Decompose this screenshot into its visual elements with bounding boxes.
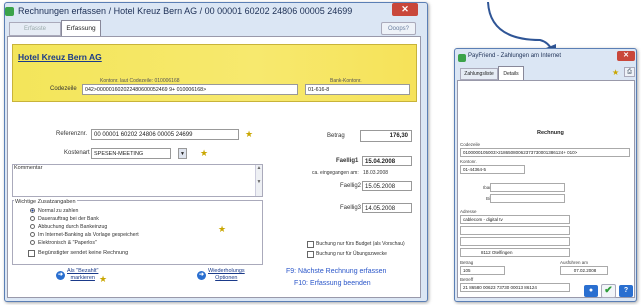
kommentar-textarea[interactable] <box>12 164 263 197</box>
radio-selected-icon <box>30 208 35 213</box>
radio-icon <box>30 240 35 245</box>
adresse-line[interactable]: cablecom - digital tv <box>460 215 570 224</box>
radio-dauerauftrag[interactable]: Dauerauftrag bei der Bank <box>30 216 99 222</box>
radio-icon <box>30 216 35 221</box>
radio-label: Im Internet-Banking als Vorlage gespeich… <box>38 232 139 238</box>
chevron-down-icon[interactable]: ▼ <box>178 148 187 159</box>
eingang-label: ca. eingegangen am: <box>312 170 359 176</box>
uebung-checkbox[interactable] <box>307 251 314 258</box>
no-bill-checkbox[interactable] <box>28 250 35 257</box>
app-icon <box>458 54 466 62</box>
radio-label: Dauerauftrag bei der Bank <box>38 216 99 222</box>
mark-paid-line1: Als "Bezahlt" <box>67 268 99 274</box>
star-icon[interactable]: ★ <box>99 275 107 284</box>
referenz-field[interactable]: 00 00001 60202 24806 00005 24699 <box>91 129 239 140</box>
betrag-field[interactable]: 105 <box>460 266 505 275</box>
adresse-label: Adresse <box>460 209 477 214</box>
tab-erfassung[interactable]: Erfassung <box>61 20 101 36</box>
kostenart-select[interactable]: SPESEN-MEETING <box>91 148 171 159</box>
radio-bankeinzug[interactable]: Abbuchung durch Bankeinzug <box>30 224 107 230</box>
repeat-options-line2: Optionen <box>215 275 238 281</box>
payfriend-window-title: PayFriend - Zahlungen am Internet <box>468 53 562 59</box>
zusatz-label: Wichtige Zusatzangaben <box>14 199 77 205</box>
ausfuehren-field[interactable]: 07.02.2008 <box>560 266 608 275</box>
mark-paid-link[interactable]: Als "Bezahlt" markieren <box>67 268 98 282</box>
adresse-line[interactable] <box>460 226 570 235</box>
codezeile-field[interactable]: 042>000001602022480600052469 9+ 01000616… <box>82 84 298 95</box>
mark-paid-line2: markieren <box>70 275 95 281</box>
kommentar-label: Kommentar <box>14 165 43 171</box>
betreff-label: Betreff <box>460 277 474 282</box>
faellig2-label: Faellig2 <box>340 183 362 189</box>
arrow-right-icon[interactable]: ➜ <box>197 271 206 280</box>
star-icon[interactable]: ★ <box>200 149 208 158</box>
budget-checkbox[interactable] <box>307 241 314 248</box>
adresse-line[interactable] <box>460 237 570 246</box>
next-bill-shortcut[interactable]: F9: Nächste Rechnung erfassen <box>286 268 386 275</box>
iban-field[interactable] <box>490 183 565 192</box>
betrag-field[interactable]: 176,30 <box>360 130 412 142</box>
faellig1-field[interactable]: 15.04.2008 <box>362 156 412 166</box>
faellig1-label: Faellig1 <box>336 158 359 164</box>
kostenart-label: Kostenart <box>64 150 90 156</box>
oops-button[interactable]: Ooops? <box>381 22 416 35</box>
codezeile-field[interactable]: 0100000105003>21865080062373730001386124… <box>460 148 630 157</box>
faellig2-field[interactable]: 15.05.2008 <box>362 181 412 191</box>
arrow-right-icon[interactable]: ➜ <box>56 271 65 280</box>
referenz-label: Referenznr. <box>56 131 88 137</box>
scrollbar[interactable]: ▲ ▼ <box>255 165 262 196</box>
help-button[interactable]: ? <box>619 285 633 297</box>
main-window-title: Rechnungen erfassen / Hotel Kreuz Bern A… <box>18 6 353 16</box>
no-bill-label: Begünstigter sendet keine Rechnung <box>38 250 129 256</box>
end-capture-shortcut[interactable]: F10: Erfassung beenden <box>294 280 371 287</box>
repeat-options-link[interactable]: Wiederholungs Optionen <box>208 268 245 282</box>
betrag-label: Betrag <box>460 260 474 265</box>
eingang-value: 18.03.2008 <box>363 170 389 176</box>
radio-normal[interactable]: Normal zu zahlen <box>30 208 78 214</box>
tab-erfasste-rechnungen[interactable]: Erfasste Rechnungen <box>9 22 61 45</box>
konto-field[interactable]: 01-44364-5 <box>460 165 525 174</box>
info-button[interactable]: ● <box>584 285 598 297</box>
callout-arrow-line <box>487 1 553 51</box>
ausfuehren-label: Ausführen am <box>560 260 589 265</box>
tab-zahlungsliste[interactable]: Zahlungsliste <box>460 68 498 80</box>
radio-label: Abbuchung durch Bankeinzug <box>38 224 108 230</box>
adresse-city[interactable]: 8112 Otelfingen <box>460 248 570 257</box>
close-icon[interactable]: ✕ <box>617 51 635 61</box>
faellig3-field[interactable]: 14.05.2008 <box>362 203 412 213</box>
faellig3-label: Faellig3 <box>340 205 362 211</box>
tab-details[interactable]: Details <box>498 66 524 80</box>
budget-label: Buchung nur fürs Budget (als Vorschau) <box>316 241 405 247</box>
bic-field[interactable] <box>490 194 565 203</box>
radio-label: Elektronisch & "Paperlos" <box>38 240 97 246</box>
radio-icon <box>30 224 35 229</box>
star-icon[interactable]: ★ <box>245 130 253 139</box>
close-icon[interactable]: ✕ <box>392 3 418 16</box>
bank-konto-field[interactable]: 01-616-8 <box>305 84 410 95</box>
betrag-label: Betrag <box>327 133 345 139</box>
print-icon[interactable]: ⎙ <box>624 67 635 77</box>
betreff-field[interactable]: 21 86580 00623 73730 00013 86124 <box>460 283 570 292</box>
star-icon[interactable]: ★ <box>612 68 619 77</box>
uebung-label: Buchung nur für Übungszwecke <box>316 251 387 257</box>
konto-label: Kontonr. <box>460 159 477 164</box>
radio-internet-banking[interactable]: Im Internet-Banking als Vorlage gespeich… <box>30 232 139 238</box>
repeat-options-line1: Wiederholungs <box>208 268 245 274</box>
radio-elektronisch[interactable]: Elektronisch & "Paperlos" <box>30 240 97 246</box>
codezeile-label: Codezeile <box>460 142 481 147</box>
codezeile-label: Codezeile <box>50 86 77 92</box>
star-icon[interactable]: ★ <box>218 225 226 234</box>
radio-label: Normal zu zahlen <box>38 208 79 214</box>
checkmark-button[interactable]: ✔ <box>601 284 616 298</box>
radio-icon <box>30 232 35 237</box>
details-heading: Rechnung <box>537 130 564 136</box>
biller-name[interactable]: Hotel Kreuz Bern AG <box>18 52 102 62</box>
